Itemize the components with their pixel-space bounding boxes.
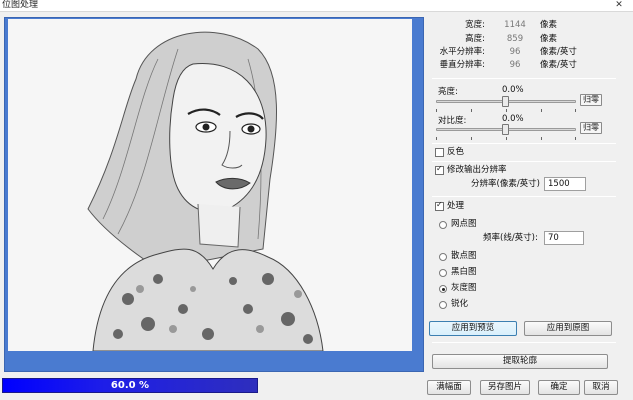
info-unit: 像素/英寸 (540, 60, 577, 70)
divider (432, 78, 616, 79)
brightness-label: 亮度: (438, 87, 458, 97)
radio-halftone[interactable] (439, 221, 447, 229)
portrait-sketch-image (8, 19, 412, 351)
change-resolution-checkbox[interactable] (435, 164, 444, 175)
option-black-white-label: 黑白图 (451, 267, 477, 277)
brightness-reset-button[interactable]: 归零 (580, 94, 602, 106)
divider (432, 143, 616, 144)
brightness-slider-thumb[interactable] (502, 96, 509, 107)
info-unit: 像素 (540, 34, 558, 44)
info-row-width: 宽度: 1144 像素 (428, 20, 621, 31)
radio-scatter[interactable] (439, 253, 447, 261)
contrast-value: 0.0% (502, 114, 524, 124)
cancel-button[interactable]: 取消 (584, 380, 618, 395)
progress-text: 60.0 % (110, 380, 150, 391)
resolution-field-label: 分辨率(像素/英寸) (471, 179, 540, 189)
option-halftone-label: 网点图 (451, 219, 477, 229)
invert-label: 反色 (447, 147, 465, 157)
contrast-ticks (436, 137, 576, 140)
brightness-ticks (436, 109, 576, 112)
window-title: 位图处理 (2, 0, 39, 10)
preview-image (8, 19, 412, 351)
title-bar: 位图处理 ✕ (0, 0, 633, 12)
option-sharpen-label: 锐化 (451, 299, 469, 309)
fit-button[interactable]: 满幅面 (427, 380, 471, 395)
info-unit: 像素 (540, 20, 558, 30)
info-label: 宽度: (465, 20, 485, 30)
change-resolution-label: 修改输出分辨率 (447, 165, 507, 175)
contrast-label: 对比度: (438, 116, 467, 126)
resolution-input[interactable]: 1500 (544, 177, 586, 191)
info-unit: 像素/英寸 (540, 47, 577, 57)
progress-bar: 60.0 % (2, 378, 258, 393)
divider (432, 161, 616, 162)
frequency-label: 频率(线/英寸): (483, 233, 538, 243)
radio-black-white[interactable] (439, 269, 447, 277)
info-value: 96 (509, 60, 521, 70)
radio-sharpen[interactable] (439, 301, 447, 309)
info-label: 高度: (465, 34, 485, 44)
option-scatter-label: 散点图 (451, 251, 477, 261)
extract-contour-button[interactable]: 提取轮廓 (432, 354, 608, 369)
invert-checkbox[interactable] (435, 148, 444, 157)
info-row-vres: 垂直分辨率: 96 像素/英寸 (428, 60, 621, 71)
apply-to-original-button[interactable]: 应用到原图 (524, 321, 612, 336)
info-value: 96 (509, 47, 521, 57)
info-label: 垂直分辨率: (439, 60, 485, 70)
info-row-hres: 水平分辨率: 96 像素/英寸 (428, 47, 621, 58)
contrast-slider-thumb[interactable] (502, 124, 509, 135)
divider (432, 196, 616, 197)
option-grayscale-label: 灰度图 (451, 283, 477, 293)
frequency-input[interactable]: 70 (544, 231, 584, 245)
process-checkbox[interactable] (435, 200, 444, 211)
contrast-reset-button[interactable]: 归零 (580, 122, 602, 134)
radio-grayscale[interactable] (439, 285, 447, 293)
info-label: 水平分辨率: (439, 47, 485, 57)
process-label: 处理 (447, 201, 465, 211)
info-value: 859 (506, 34, 524, 44)
apply-to-preview-button[interactable]: 应用到预览 (429, 321, 517, 336)
info-value: 1144 (504, 20, 526, 30)
brightness-value: 0.0% (502, 85, 524, 95)
divider (432, 342, 616, 343)
close-icon[interactable]: ✕ (611, 0, 627, 11)
ok-button[interactable]: 确定 (538, 380, 580, 395)
save-as-button[interactable]: 另存图片 (480, 380, 530, 395)
settings-panel: 宽度: 1144 像素 高度: 859 像素 水平分辨率: 96 像素/英寸 垂… (428, 16, 621, 377)
info-row-height: 高度: 859 像素 (428, 34, 621, 45)
